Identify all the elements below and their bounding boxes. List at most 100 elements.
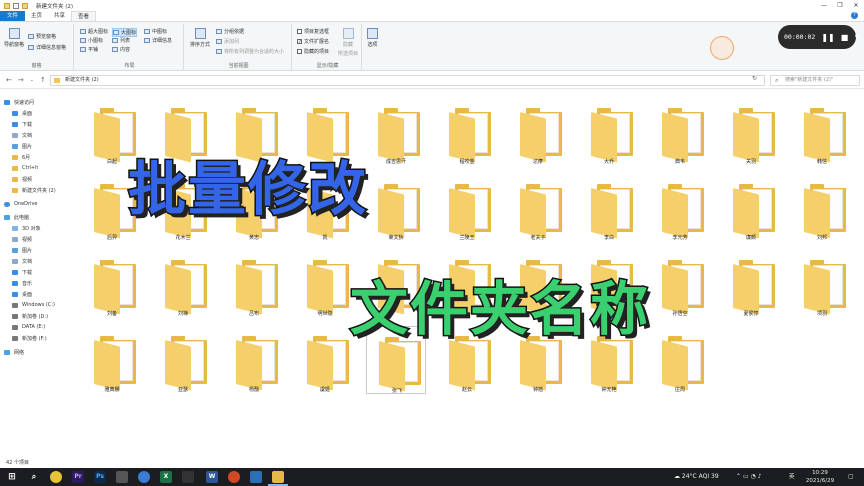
nav-quick-access[interactable]: 快速访问 bbox=[4, 98, 34, 106]
layout-tiles[interactable]: 平铺 bbox=[80, 46, 98, 53]
folder-item[interactable]: 亚瑟 bbox=[153, 326, 213, 394]
folder-item[interactable]: 莱文狄 bbox=[366, 174, 426, 242]
folder-item[interactable]: 李元芳 bbox=[650, 174, 710, 242]
search-input[interactable]: ⌕ 搜索"新建文件夹 (2)" bbox=[770, 75, 860, 86]
nav-item[interactable]: 下载 bbox=[12, 268, 32, 276]
folder-item[interactable]: 李白 bbox=[579, 174, 639, 242]
app-icon[interactable] bbox=[182, 471, 194, 483]
folder-item[interactable]: 成吉思汗 bbox=[366, 98, 426, 166]
nav-item[interactable]: 新加卷 (F:) bbox=[12, 334, 47, 342]
hide-selected-button[interactable]: 隐藏 所选项目 bbox=[338, 28, 358, 57]
folder-item[interactable]: 杨戬 bbox=[224, 326, 284, 394]
excel-icon[interactable]: X bbox=[160, 471, 172, 483]
tab-share[interactable]: 共享 bbox=[48, 11, 71, 21]
photoshop-icon[interactable]: Ps bbox=[94, 471, 106, 483]
layout-content[interactable]: 内容 bbox=[112, 46, 130, 53]
tab-file[interactable]: 文件 bbox=[0, 11, 26, 21]
new-folder-icon[interactable] bbox=[22, 2, 28, 9]
nav-item[interactable]: 6月 bbox=[12, 153, 30, 161]
nav-item[interactable]: 文档 bbox=[12, 131, 32, 139]
tray-icons[interactable]: ⌃ ▭ ◔ ♪ bbox=[736, 468, 761, 486]
nav-item[interactable]: 桌面 bbox=[12, 109, 32, 117]
folder-item[interactable]: 廉颇 bbox=[721, 174, 781, 242]
nav-item[interactable]: 音乐 bbox=[12, 279, 32, 287]
refresh-icon[interactable]: ↻ bbox=[752, 75, 757, 82]
tab-view[interactable]: 查看 bbox=[71, 10, 97, 22]
clock[interactable]: 10:29 2021/6/29 bbox=[800, 469, 840, 485]
powerpoint-icon[interactable] bbox=[228, 471, 240, 483]
size-columns-button[interactable]: 将所有列调整为合适的大小 bbox=[216, 48, 284, 55]
nav-network[interactable]: 网络 bbox=[4, 348, 24, 356]
pen-icon[interactable]: ✎ bbox=[854, 33, 861, 42]
nav-item[interactable]: 视频 bbox=[12, 175, 32, 183]
folder-item[interactable]: 虞姬 bbox=[295, 326, 355, 394]
search-icon[interactable]: ⌕ bbox=[28, 471, 40, 483]
folder-item[interactable]: 达摩 bbox=[508, 98, 568, 166]
app-icon[interactable] bbox=[250, 471, 262, 483]
nav-onedrive[interactable]: OneDrive bbox=[4, 200, 38, 208]
nav-item[interactable]: Windows (C:) bbox=[12, 301, 55, 309]
maximize-button[interactable]: ❐ bbox=[832, 0, 848, 11]
breadcrumb[interactable]: 新建文件夹 (2) bbox=[65, 77, 99, 83]
layout-medium[interactable]: 中图标 bbox=[144, 28, 167, 35]
input-method[interactable]: 英 bbox=[789, 468, 795, 486]
folder-item[interactable]: 项羽 bbox=[792, 250, 852, 318]
options-button[interactable]: 选项 bbox=[367, 28, 378, 48]
edge-icon[interactable] bbox=[138, 471, 150, 483]
folder-item[interactable]: 程咬金 bbox=[437, 98, 497, 166]
up-icon[interactable]: ↑ bbox=[40, 76, 46, 84]
layout-small[interactable]: 小图标 bbox=[80, 37, 103, 44]
word-icon[interactable]: W bbox=[206, 471, 218, 483]
chrome-icon[interactable] bbox=[50, 471, 62, 483]
folder-item[interactable]: 刘邦 bbox=[792, 174, 852, 242]
windows-start-icon[interactable]: ⊞ bbox=[6, 471, 18, 483]
address-field[interactable]: 新建文件夹 (2) bbox=[50, 75, 765, 86]
details-pane-button[interactable]: 详细信息窗格 bbox=[28, 44, 66, 51]
folder-item[interactable]: 关羽 bbox=[721, 98, 781, 166]
folder-item[interactable]: 刘禅 bbox=[153, 250, 213, 318]
forward-icon[interactable]: → bbox=[18, 76, 24, 84]
folder-item[interactable]: 孙悟空 bbox=[650, 250, 710, 318]
stop-icon[interactable]: ■ bbox=[841, 33, 849, 42]
recent-dropdown-icon[interactable]: ⌄ bbox=[30, 77, 34, 83]
item-checkboxes-toggle[interactable]: 项目复选框 bbox=[297, 28, 329, 35]
nav-item[interactable]: 图片 bbox=[12, 246, 32, 254]
close-button[interactable]: ✕ bbox=[848, 0, 864, 11]
folder-item[interactable]: 吕布 bbox=[224, 250, 284, 318]
nav-this-pc[interactable]: 此电脑 bbox=[4, 213, 29, 221]
folder-item[interactable]: 夏侯惇 bbox=[721, 250, 781, 318]
tab-home[interactable]: 主页 bbox=[25, 11, 48, 21]
layout-list[interactable]: 列表 bbox=[112, 37, 130, 44]
folder-item[interactable]: 大乔 bbox=[579, 98, 639, 166]
nav-pane-button[interactable]: 导航窗格 bbox=[4, 28, 24, 48]
file-extensions-toggle[interactable]: ✓ 文件扩展名 bbox=[297, 38, 329, 45]
group-by-button[interactable]: 分组依据 bbox=[216, 28, 244, 35]
folder-item[interactable]: 雅典娜 bbox=[82, 326, 142, 394]
folder-item[interactable]: 典韦 bbox=[650, 98, 710, 166]
add-columns-button[interactable]: 添加列 bbox=[216, 38, 239, 45]
nav-item[interactable]: Ctrl+h bbox=[12, 164, 38, 172]
folder-item[interactable]: 兰陵王 bbox=[437, 174, 497, 242]
sort-button[interactable]: 排序方式 bbox=[190, 28, 210, 48]
back-icon[interactable]: ← bbox=[6, 76, 12, 84]
nav-item[interactable]: 桌面 bbox=[12, 290, 32, 298]
layout-extra-large[interactable]: 超大图标 bbox=[80, 28, 108, 35]
app-icon[interactable] bbox=[116, 471, 128, 483]
nav-item[interactable]: 图片 bbox=[12, 142, 32, 150]
preview-pane-button[interactable]: 预览窗格 bbox=[28, 33, 56, 40]
weather-widget[interactable]: ☁ 24°C AQI 39 bbox=[674, 468, 719, 486]
help-icon[interactable]: ? bbox=[851, 12, 858, 19]
properties-icon[interactable] bbox=[13, 2, 19, 9]
folder-item[interactable]: 明世隐 bbox=[295, 250, 355, 318]
folder-item[interactable]: 老夫子 bbox=[508, 174, 568, 242]
premiere-icon[interactable]: Pr bbox=[72, 471, 84, 483]
hidden-items-toggle[interactable]: 隐藏的项目 bbox=[297, 48, 329, 55]
layout-details[interactable]: 详细信息 bbox=[144, 37, 172, 44]
minimize-button[interactable]: — bbox=[816, 0, 832, 11]
folder-item[interactable]: 刘备 bbox=[82, 250, 142, 318]
nav-item[interactable]: 文档 bbox=[12, 257, 32, 265]
folder-item[interactable]: 韩信 bbox=[792, 98, 852, 166]
pause-icon[interactable]: ❚❚ bbox=[821, 33, 834, 42]
layout-large[interactable]: 大图标 bbox=[112, 28, 138, 37]
nav-item[interactable]: 下载 bbox=[12, 120, 32, 128]
